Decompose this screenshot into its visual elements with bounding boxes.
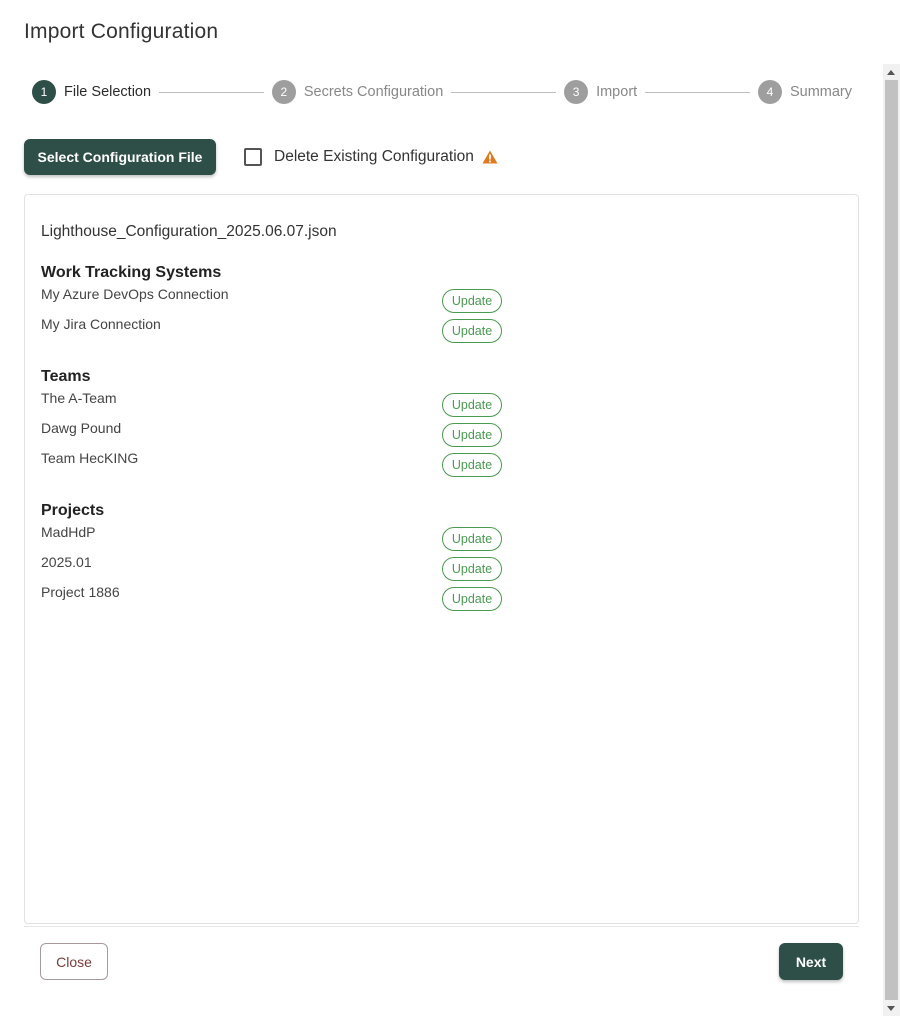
item-name: 2025.01: [41, 554, 92, 570]
configuration-preview-panel: Lighthouse_Configuration_2025.06.07.json…: [24, 194, 859, 924]
section-teams: Teams The A-Team Update Dawg Pound Updat…: [41, 368, 521, 480]
item-name: Project 1886: [41, 584, 120, 600]
scroll-down-arrow-icon[interactable]: [887, 1006, 895, 1011]
status-badge: Update: [442, 393, 502, 417]
list-item: Team HecKING Update: [41, 450, 521, 480]
file-name: Lighthouse_Configuration_2025.06.07.json: [41, 223, 337, 240]
item-name: The A-Team: [41, 390, 117, 406]
list-item: My Jira Connection Update: [41, 316, 521, 346]
list-item: Dawg Pound Update: [41, 420, 521, 450]
status-badge: Update: [442, 319, 502, 343]
step-connector: [451, 91, 557, 93]
scrollbar-thumb[interactable]: [885, 80, 898, 1000]
vertical-scrollbar[interactable]: [883, 64, 900, 1016]
item-name: Dawg Pound: [41, 420, 122, 436]
dialog-title: Import Configuration: [24, 20, 219, 43]
step-label: Import: [596, 84, 638, 100]
status-badge: Update: [442, 587, 502, 611]
step-number: 4: [757, 80, 782, 104]
step-import: 3 Import: [564, 80, 637, 104]
step-number: 3: [564, 80, 589, 104]
list-item: My Azure DevOps Connection Update: [41, 286, 521, 316]
step-connector: [159, 91, 264, 93]
step-file-selection: 1 File Selection: [32, 80, 151, 104]
item-name: My Azure DevOps Connection: [41, 286, 229, 302]
warning-triangle-icon: [482, 150, 498, 164]
step-label: Summary: [789, 84, 853, 100]
status-badge: Update: [442, 453, 502, 477]
step-connector: [645, 91, 750, 93]
list-item: 2025.01 Update: [41, 554, 521, 584]
status-badge: Update: [442, 527, 502, 551]
section-heading: Teams: [41, 368, 91, 385]
item-name: MadHdP: [41, 524, 96, 540]
section-projects: Projects MadHdP Update 2025.01 Update Pr…: [41, 502, 521, 614]
status-badge: Update: [442, 289, 502, 313]
delete-existing-configuration-option[interactable]: Delete Existing Configuration: [244, 147, 498, 167]
import-configuration-dialog: Import Configuration 1 File Selection 2 …: [0, 0, 900, 1016]
delete-existing-label[interactable]: Delete Existing Configuration: [274, 148, 474, 166]
step-label: File Selection: [64, 84, 152, 100]
section-heading: Work Tracking Systems: [41, 264, 222, 281]
list-item: Project 1886 Update: [41, 584, 521, 614]
close-button[interactable]: Close: [40, 943, 108, 980]
status-badge: Update: [442, 557, 502, 581]
list-item: The A-Team Update: [41, 390, 521, 420]
section-work-tracking-systems: Work Tracking Systems My Azure DevOps Co…: [41, 264, 521, 346]
stepper: 1 File Selection 2 Secrets Configuration…: [32, 80, 852, 104]
item-name: My Jira Connection: [41, 316, 161, 332]
step-secrets-configuration: 2 Secrets Configuration: [271, 80, 444, 104]
item-name: Team HecKING: [41, 450, 139, 466]
step-number: 2: [271, 80, 296, 104]
status-badge: Update: [442, 423, 502, 447]
footer-divider: [24, 926, 859, 927]
step-number: 1: [32, 80, 56, 104]
select-configuration-file-button[interactable]: Select Configuration File: [24, 139, 216, 175]
delete-existing-checkbox[interactable]: [244, 148, 262, 166]
next-button[interactable]: Next: [779, 943, 843, 980]
step-label: Secrets Configuration: [303, 84, 444, 100]
scroll-up-arrow-icon[interactable]: [887, 70, 895, 75]
section-heading: Projects: [41, 502, 105, 519]
step-summary: 4 Summary: [757, 80, 853, 104]
list-item: MadHdP Update: [41, 524, 521, 554]
